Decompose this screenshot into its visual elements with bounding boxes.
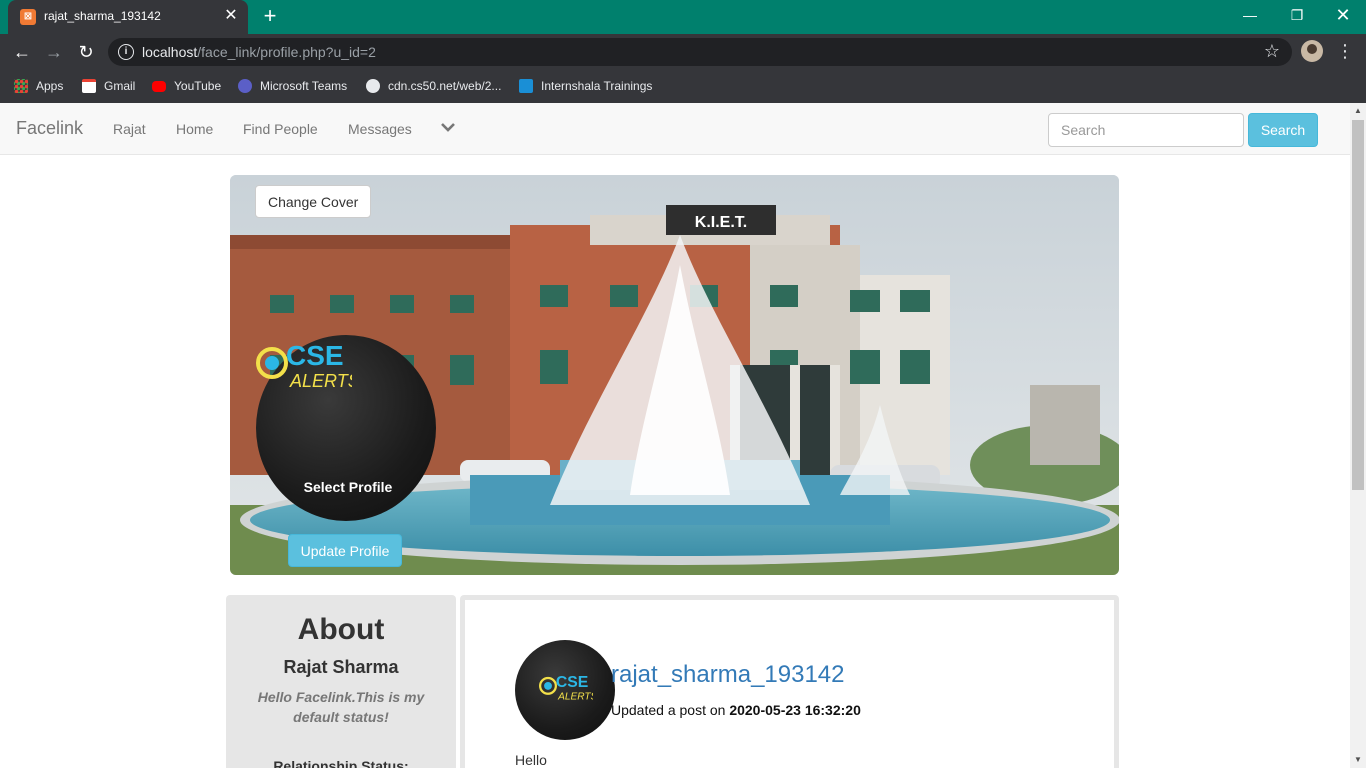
bookmark-label: Gmail: [104, 79, 136, 93]
bookmark-teams[interactable]: Microsoft Teams: [238, 76, 347, 96]
scroll-up-icon[interactable]: ▲: [1350, 103, 1366, 119]
scroll-down-icon[interactable]: ▼: [1350, 752, 1366, 768]
bookmarks-bar: Apps Gmail YouTube Microsoft Teams cdn.c…: [0, 70, 1366, 103]
close-window-icon[interactable]: ✕: [1323, 4, 1363, 26]
internshala-icon: [519, 79, 533, 93]
gmail-icon: [82, 79, 96, 93]
url-host: localhost: [142, 44, 198, 60]
brand-link[interactable]: Facelink: [16, 118, 83, 139]
cover-photo: K.I.E.T. Change Cover CSE ALERT Select P…: [230, 175, 1119, 575]
building-sign-text: K.I.E.T.: [695, 214, 747, 231]
about-panel: About Rajat Sharma Hello Facelink.This i…: [226, 595, 456, 768]
browser-tab[interactable]: ⊠ rajat_sharma_193142 ✕: [8, 0, 248, 34]
globe-icon: [366, 79, 380, 93]
post-username-link[interactable]: rajat_sharma_193142: [611, 661, 845, 689]
restore-icon[interactable]: ❐: [1277, 4, 1317, 26]
url-path: /face_link/profile.php?u_id=2: [197, 44, 376, 60]
site-navbar: Facelink Rajat Home Find People Messages…: [0, 103, 1350, 155]
minimize-icon[interactable]: —: [1230, 4, 1270, 26]
relationship-status-label: Relationship Status:: [273, 758, 409, 768]
page-scrollbar[interactable]: ▲ ▼: [1350, 103, 1366, 768]
cse-alerts-logo: CSE ALERTS: [256, 340, 352, 391]
cse-alerts-logo: CSE ALERTS: [539, 674, 593, 702]
profile-picture[interactable]: CSE ALERTS Select Profile: [256, 335, 436, 521]
post-body: Hello: [515, 752, 547, 768]
bookmark-cs50[interactable]: cdn.cs50.net/web/2...: [366, 76, 501, 96]
profile-avatar-icon[interactable]: [1301, 40, 1323, 62]
post-inner: CSE ALERTS rajat_sharma_193142 Updated a…: [465, 600, 1114, 768]
post-meta: Updated a post on 2020-05-23 16:32:20: [611, 702, 861, 718]
search-input[interactable]: [1048, 113, 1244, 147]
about-name: Rajat Sharma: [283, 657, 399, 677]
svg-text:ALERTS: ALERTS: [557, 691, 593, 702]
bookmark-label: Internshala Trainings: [541, 79, 653, 93]
bookmark-label: Apps: [36, 79, 64, 93]
reload-icon[interactable]: ↻: [74, 40, 98, 64]
back-icon[interactable]: ←: [10, 40, 34, 64]
close-tab-icon[interactable]: ✕: [222, 7, 240, 25]
update-profile-button[interactable]: Update Profile: [288, 534, 402, 567]
post-timestamp: 2020-05-23 16:32:20: [729, 702, 861, 718]
page-content: Facelink Rajat Home Find People Messages…: [0, 103, 1350, 768]
xampp-favicon-icon: ⊠: [20, 9, 36, 25]
change-cover-button[interactable]: Change Cover: [255, 185, 372, 218]
teams-icon: [238, 79, 252, 93]
about-status: Hello Facelink.This is my default status…: [257, 689, 425, 725]
post-meta-prefix: Updated a post on: [611, 702, 726, 718]
post-card: CSE ALERTS rajat_sharma_193142 Updated a…: [460, 595, 1119, 768]
svg-text:ALERTS: ALERTS: [289, 371, 352, 391]
nav-link-home[interactable]: Home: [176, 121, 213, 137]
about-heading: About: [297, 613, 385, 646]
chevron-down-icon[interactable]: [440, 119, 456, 135]
bookmark-label: cdn.cs50.net/web/2...: [388, 79, 502, 93]
bookmark-youtube[interactable]: YouTube: [152, 76, 221, 96]
nav-link-find-people[interactable]: Find People: [243, 121, 318, 137]
svg-text:CSE: CSE: [556, 674, 588, 691]
bookmark-label: YouTube: [174, 79, 222, 93]
youtube-icon: [152, 80, 166, 92]
address-bar[interactable]: i localhost/face_link/profile.php?u_id=2…: [108, 38, 1292, 66]
new-tab-button[interactable]: +: [258, 4, 282, 28]
url-text[interactable]: localhost/face_link/profile.php?u_id=2: [142, 44, 376, 60]
svg-text:CSE: CSE: [286, 340, 344, 371]
post-avatar: CSE ALERTS: [515, 640, 615, 740]
browser-titlebar: ⊠ rajat_sharma_193142 ✕ + — ❐ ✕: [0, 0, 1366, 34]
browser-toolbar: ← → ↻ i localhost/face_link/profile.php?…: [0, 34, 1366, 70]
search-button[interactable]: Search: [1248, 113, 1318, 147]
nav-link-profile[interactable]: Rajat: [113, 121, 146, 137]
scroll-thumb[interactable]: [1352, 120, 1364, 490]
select-profile-label[interactable]: Select Profile: [256, 479, 440, 495]
forward-icon[interactable]: →: [42, 40, 66, 64]
nav-link-messages[interactable]: Messages: [348, 121, 412, 137]
site-info-icon[interactable]: i: [118, 44, 134, 60]
bookmark-label: Microsoft Teams: [260, 79, 348, 93]
apps-grid-icon: [14, 79, 28, 93]
bookmark-internshala[interactable]: Internshala Trainings: [519, 76, 652, 96]
browser-menu-icon[interactable]: ⋮: [1336, 40, 1354, 62]
bookmark-gmail[interactable]: Gmail: [82, 76, 135, 96]
bookmark-star-icon[interactable]: ☆: [1264, 41, 1280, 62]
bookmark-apps[interactable]: Apps: [14, 76, 63, 96]
tab-title: rajat_sharma_193142: [44, 9, 161, 23]
